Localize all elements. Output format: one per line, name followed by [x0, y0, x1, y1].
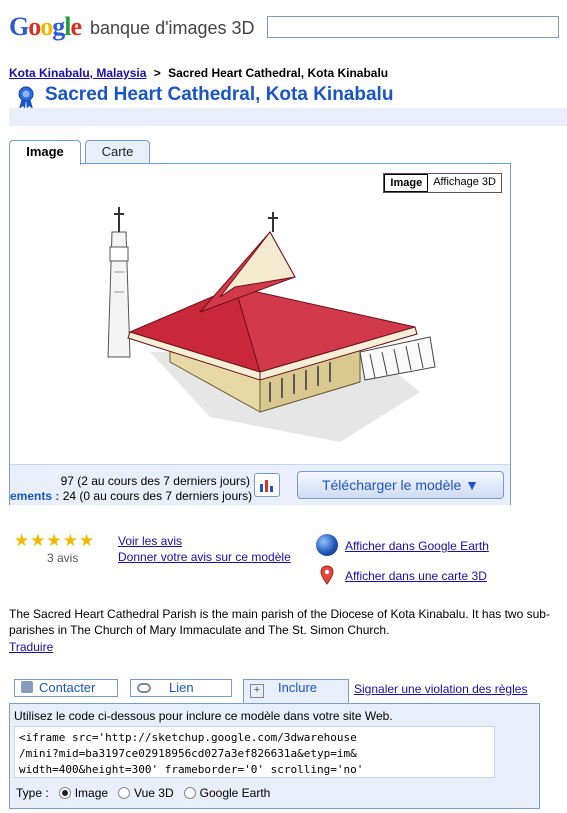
model-description: The Sacred Heart Cathedral Parish is the… [9, 607, 550, 637]
embed-type-selector: Type : Image Vue 3D Google Earth [16, 786, 270, 800]
download-model-button[interactable]: Télécharger le modèle ▼ [297, 471, 504, 499]
embed-label: Inclure [278, 680, 318, 695]
download-count-label: ements : [10, 489, 60, 503]
radio-google-earth-label: Google Earth [199, 786, 271, 800]
user-icon [21, 681, 33, 693]
bar-chart-icon[interactable] [254, 473, 280, 497]
toggle-3d-view-button[interactable]: Affichage 3D [428, 174, 501, 192]
logo-letter: e [70, 12, 82, 41]
embed-instructions: Utilisez le code ci-dessous pour inclure… [14, 709, 393, 723]
map-pin-icon[interactable] [320, 565, 334, 585]
logo-letter: o [40, 12, 53, 41]
cathedral-model-image [107, 207, 436, 442]
logo-letter: o [28, 12, 41, 41]
logo-letter: g [52, 12, 65, 41]
plus-box-icon: + [250, 684, 264, 698]
tab-map[interactable]: Carte [85, 140, 150, 163]
radio-3d-view-label: Vue 3D [134, 786, 174, 800]
model-viewer: Image Affichage 3D 97 (2 au cours des 7 … [9, 163, 511, 505]
breadcrumb-separator: > [153, 66, 161, 80]
tab-image[interactable]: Image [9, 140, 81, 165]
give-review-link[interactable]: Donner votre avis sur ce modèle [118, 550, 291, 564]
report-violation-link[interactable]: Signaler une violation des règles [354, 682, 527, 696]
download-count-row: ements : 24 (0 au cours des 7 derniers j… [10, 489, 253, 503]
embed-code-field[interactable]: <iframe src='http://sketchup.google.com/… [14, 726, 495, 778]
site-subtitle: banque d'images 3D [90, 18, 255, 38]
radio-3d-view[interactable] [118, 787, 131, 799]
search-input[interactable] [267, 16, 559, 38]
logo-letter: G [9, 12, 29, 41]
embed-button[interactable]: + Inclure [243, 679, 349, 704]
breadcrumb: Kota Kinabalu, Malaysia > Sacred Heart C… [9, 66, 388, 80]
google-earth-icon[interactable] [316, 534, 338, 556]
link-label: Lien [169, 680, 194, 695]
breadcrumb-parent-link[interactable]: Kota Kinabalu, Malaysia [9, 66, 146, 80]
view-toggle: Image Affichage 3D [383, 173, 502, 193]
embed-panel: Utilisez le code ci-dessous pour inclure… [9, 703, 540, 809]
radio-google-earth[interactable] [183, 787, 196, 799]
embed-type-label: Type : [16, 786, 49, 800]
view-in-google-earth-link[interactable]: Afficher dans Google Earth [345, 539, 489, 553]
radio-image-label: Image [74, 786, 109, 800]
breadcrumb-current: Sacred Heart Cathedral, Kota Kinabalu [168, 66, 389, 80]
link-button[interactable]: Lien [130, 679, 232, 697]
view-count: 97 (2 au cours des 7 derniers jours) [60, 474, 250, 488]
contact-label: Contacter [39, 680, 96, 695]
radio-image[interactable] [58, 787, 71, 799]
stats-bar: 97 (2 au cours des 7 derniers jours) eme… [10, 464, 510, 505]
title-underline-bar [9, 108, 567, 126]
toggle-image-button[interactable]: Image [384, 174, 429, 192]
page-title: Sacred Heart Cathedral, Kota Kinabalu [45, 84, 394, 105]
award-ribbon-icon [18, 86, 34, 109]
download-count: 24 (0 au cours des 7 derniers jours) [62, 489, 253, 503]
rating-count: 3 avis [47, 551, 79, 565]
translate-link[interactable]: Traduire [9, 640, 53, 654]
google-logo[interactable]: Google [9, 12, 82, 42]
view-reviews-link[interactable]: Voir les avis [118, 534, 182, 548]
chain-link-icon [137, 683, 151, 693]
contact-button[interactable]: Contacter [14, 679, 118, 697]
view-in-3d-map-link[interactable]: Afficher dans une carte 3D [345, 569, 487, 583]
rating-stars: ★★★★★ [14, 531, 96, 550]
